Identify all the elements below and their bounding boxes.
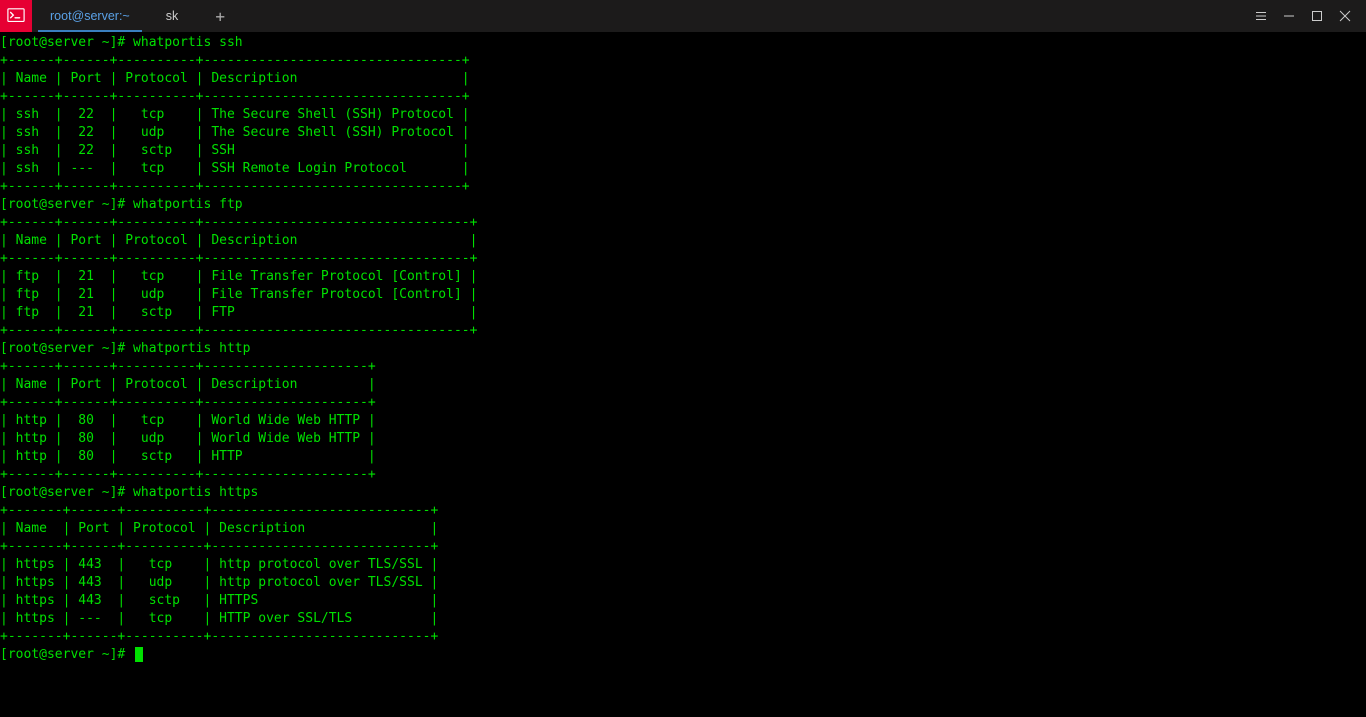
terminal-body[interactable]: [root@server ~]# whatportis ssh +------+… xyxy=(0,32,1366,717)
cursor xyxy=(135,647,143,662)
window-controls xyxy=(1240,0,1366,32)
plus-icon: + xyxy=(215,7,225,26)
terminal-icon xyxy=(7,7,25,25)
tab-sk[interactable]: sk xyxy=(148,0,197,32)
tab-label: root@server:~ xyxy=(50,9,130,23)
titlebar: root@server:~ sk + xyxy=(0,0,1366,32)
hamburger-icon[interactable] xyxy=(1254,9,1268,23)
tab-label: sk xyxy=(166,9,179,23)
app-icon xyxy=(0,0,32,32)
maximize-button[interactable] xyxy=(1310,9,1324,23)
close-button[interactable] xyxy=(1338,9,1352,23)
new-tab-button[interactable]: + xyxy=(204,0,236,32)
tab-root-server[interactable]: root@server:~ xyxy=(32,0,148,32)
minimize-button[interactable] xyxy=(1282,9,1296,23)
